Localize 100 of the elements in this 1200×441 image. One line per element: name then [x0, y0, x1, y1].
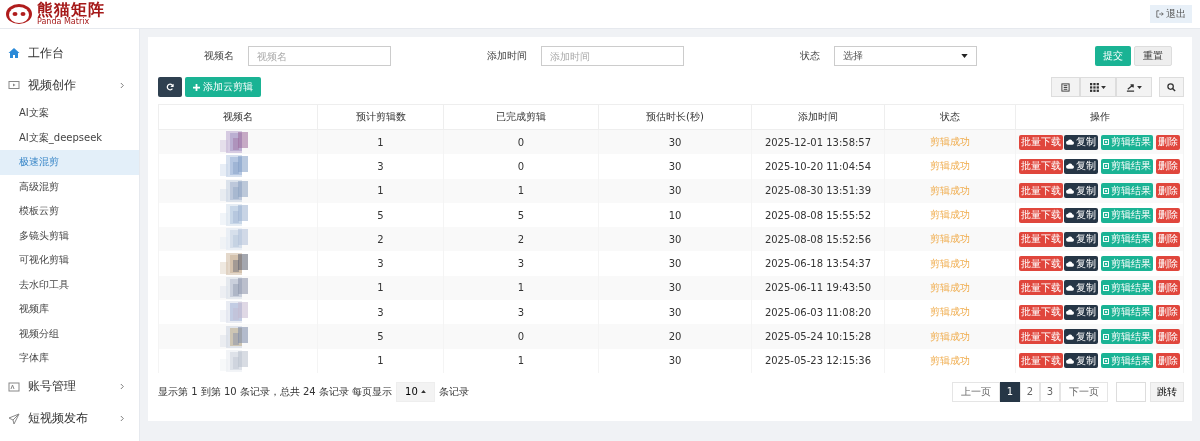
page-button[interactable]: 3: [1040, 381, 1060, 402]
nav-subitem[interactable]: AI文案_deepseek: [0, 125, 139, 150]
status-text: 剪辑成功: [884, 348, 1016, 373]
previous-page-button[interactable]: 上一页: [952, 381, 1000, 402]
columns-button[interactable]: [1080, 77, 1116, 97]
copy-button[interactable]: 复制: [1064, 329, 1098, 344]
page-size-dropdown[interactable]: 10: [396, 381, 435, 402]
column-header: 预估时长(秒): [598, 104, 752, 130]
send-icon: [8, 412, 20, 425]
copy-button[interactable]: 复制: [1064, 353, 1098, 369]
table-cell: 2025-08-08 15:52:56: [751, 227, 885, 252]
download-button[interactable]: 批量下载: [1019, 256, 1063, 272]
download-button[interactable]: 批量下载: [1019, 329, 1063, 344]
square-icon: [1103, 260, 1109, 267]
download-button[interactable]: 批量下载: [1019, 280, 1063, 296]
table-cell: 1: [443, 275, 599, 301]
delete-button[interactable]: 删除: [1156, 329, 1180, 344]
nav-subitem[interactable]: 模板云剪: [0, 199, 139, 224]
copy-button[interactable]: 复制: [1064, 280, 1098, 296]
nav-subitem[interactable]: 高级混剪: [0, 174, 139, 199]
chevron-icon: [120, 81, 125, 89]
table-cell: 2025-12-01 13:58:57: [751, 129, 885, 155]
table-cell: 2025-08-30 13:51:39: [751, 178, 885, 203]
filter-input[interactable]: 视频名: [248, 46, 391, 66]
filter-input[interactable]: 添加时间: [541, 46, 684, 66]
export-button[interactable]: [1116, 77, 1152, 97]
jump-button[interactable]: 跳转: [1150, 381, 1184, 402]
nav-subitem[interactable]: 视频分组: [0, 321, 139, 346]
copy-button[interactable]: 复制: [1064, 207, 1098, 223]
download-button[interactable]: 批量下载: [1019, 304, 1063, 320]
square-icon: [1103, 333, 1109, 340]
download-button[interactable]: 批量下载: [1019, 207, 1063, 223]
delete-button[interactable]: 删除: [1156, 256, 1180, 272]
nav-subitem[interactable]: 视频库: [0, 297, 139, 322]
dropdown-caret-icon: [961, 54, 968, 58]
nav-subitem[interactable]: 去水印工具: [0, 272, 139, 297]
cloud-icon: [1066, 163, 1074, 170]
column-header: 预计剪辑数: [317, 104, 444, 130]
logout-button[interactable]: 退出: [1150, 5, 1192, 23]
status-select[interactable]: 选择: [834, 46, 977, 66]
square-icon: [1103, 357, 1109, 364]
download-button[interactable]: 批量下载: [1019, 353, 1063, 369]
download-button[interactable]: 批量下载: [1019, 183, 1063, 199]
copy-button[interactable]: 复制: [1064, 183, 1098, 199]
download-button[interactable]: 批量下载: [1019, 231, 1063, 247]
refresh-button[interactable]: [158, 77, 182, 97]
table-cell: 5: [317, 324, 444, 349]
filter-label: 添加时间: [486, 49, 528, 63]
next-page-button[interactable]: 下一页: [1060, 381, 1108, 402]
square-icon: [1103, 163, 1109, 170]
download-button[interactable]: 批量下载: [1019, 158, 1063, 174]
status-text: 剪辑成功: [884, 275, 1016, 301]
nav-item[interactable]: 视频创作: [0, 69, 139, 101]
nav-subitem[interactable]: 字体库: [0, 346, 139, 371]
table-cell: 2025-06-11 19:43:50: [751, 275, 885, 301]
table-cell: 30: [598, 348, 752, 373]
chevron-icon: [120, 415, 125, 422]
nav-item[interactable]: 工作台: [0, 37, 139, 69]
square-icon: [1103, 212, 1109, 219]
reset-button[interactable]: 重置: [1134, 46, 1172, 66]
nav-item[interactable]: 账号管理: [0, 370, 139, 403]
table-cell: 30: [598, 251, 752, 276]
delete-button[interactable]: 删除: [1156, 231, 1180, 247]
copy-button[interactable]: 复制: [1064, 231, 1098, 247]
copy-button[interactable]: 复制: [1064, 256, 1098, 272]
cloud-icon: [1066, 357, 1074, 364]
logout-icon: [1156, 10, 1164, 18]
table-cell: 3: [443, 251, 599, 276]
nav-subitem[interactable]: 可视化剪辑: [0, 248, 139, 273]
nav-subitem[interactable]: AI文案: [0, 101, 139, 126]
table-cell: 3: [317, 154, 444, 179]
status-text: 剪辑成功: [884, 178, 1016, 203]
cloud-icon: [1066, 333, 1074, 340]
delete-button[interactable]: 删除: [1156, 134, 1180, 150]
search-icon: [1167, 82, 1176, 92]
download-button[interactable]: 批量下载: [1019, 134, 1063, 150]
table-cell: 3: [317, 251, 444, 276]
delete-button[interactable]: 删除: [1156, 280, 1180, 296]
page-number-input[interactable]: [1116, 381, 1146, 402]
nav-item[interactable]: 短视频发布: [0, 402, 139, 435]
export-icon: [1126, 82, 1135, 92]
delete-button[interactable]: 删除: [1156, 304, 1180, 320]
nav-subitem[interactable]: 极速混剪: [0, 150, 139, 175]
square-icon: [1103, 284, 1109, 291]
search-button[interactable]: [1159, 77, 1184, 97]
copy-button[interactable]: 复制: [1064, 134, 1098, 150]
delete-button[interactable]: 删除: [1156, 353, 1180, 369]
toggle-view-button[interactable]: [1051, 77, 1080, 97]
filter-label: 状态: [799, 49, 821, 63]
page-button[interactable]: 2: [1020, 381, 1040, 402]
records-suffix: 条记录: [438, 384, 469, 399]
column-header: 已完成剪辑: [443, 104, 599, 130]
copy-button[interactable]: 复制: [1064, 158, 1098, 174]
delete-button[interactable]: 删除: [1156, 183, 1180, 199]
delete-button[interactable]: 删除: [1156, 207, 1180, 223]
nav-subitem[interactable]: 多镜头剪辑: [0, 223, 139, 248]
copy-button[interactable]: 复制: [1064, 304, 1098, 320]
page-button[interactable]: 1: [1000, 381, 1020, 402]
delete-button[interactable]: 删除: [1156, 158, 1180, 174]
table-cell: 1: [443, 178, 599, 203]
